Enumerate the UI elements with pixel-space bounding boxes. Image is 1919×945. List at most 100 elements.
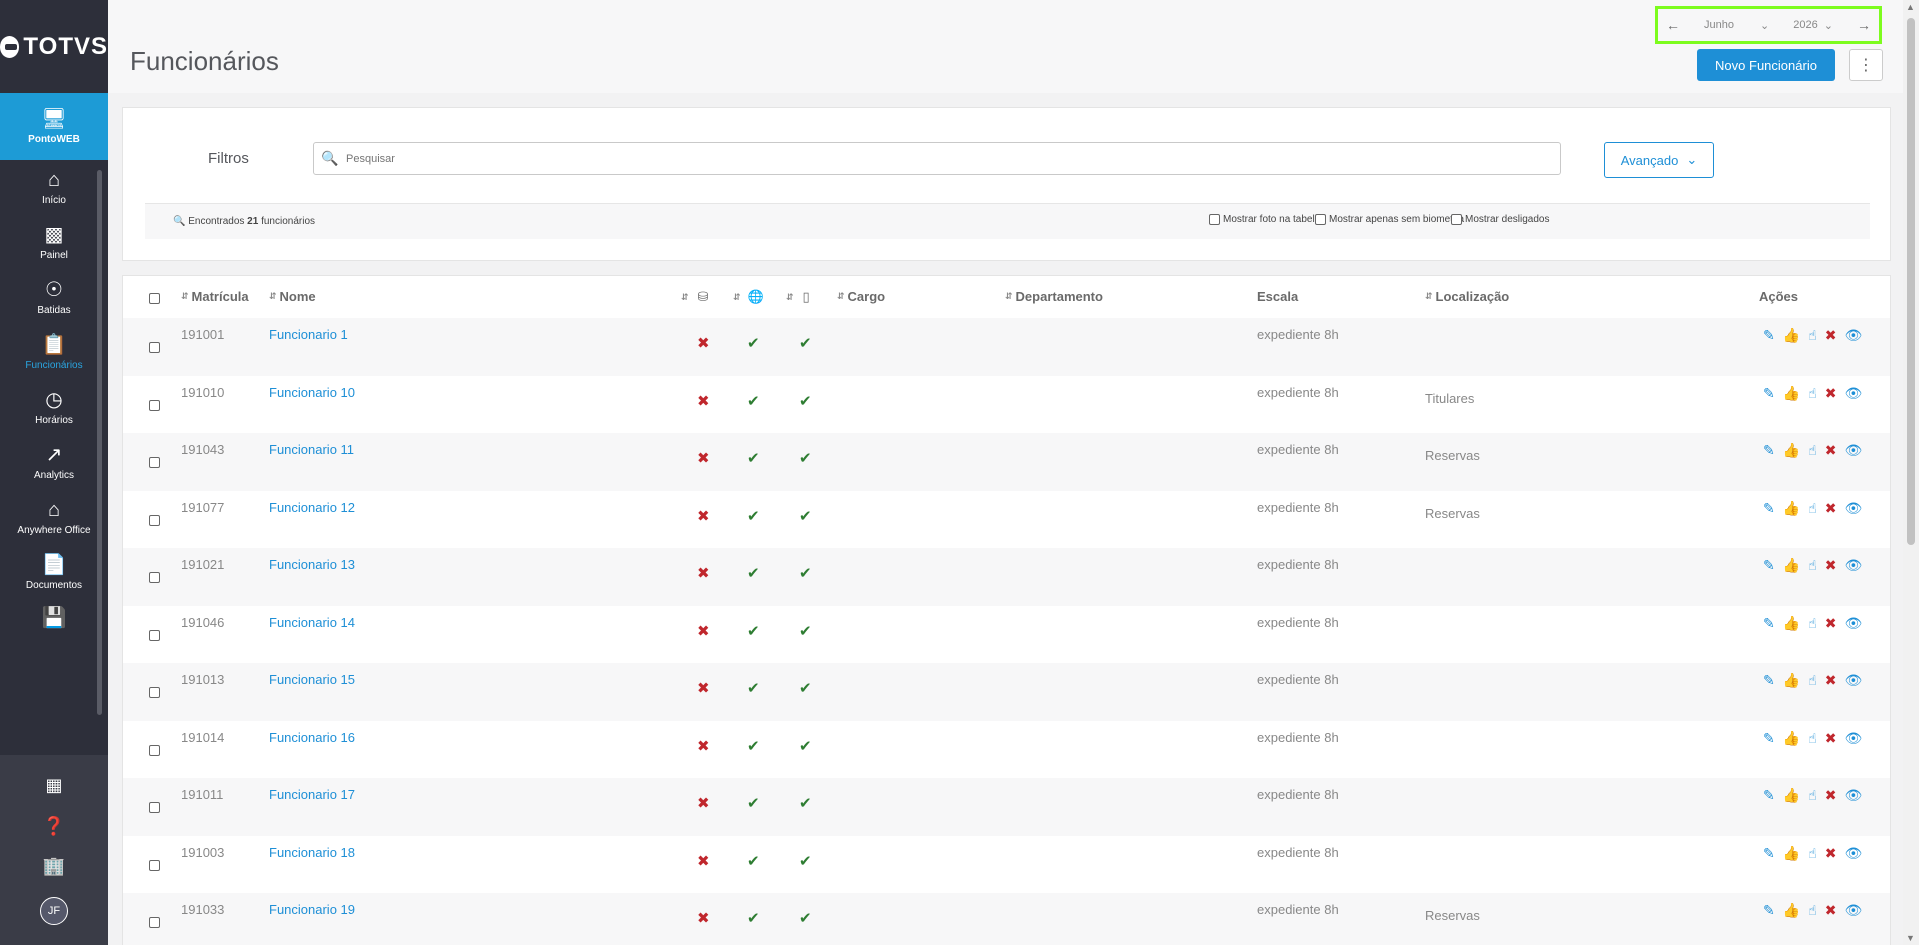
- arrow-right-icon[interactable]: →: [1857, 17, 1871, 33]
- row-checkbox[interactable]: [149, 802, 160, 813]
- sidebar-item-in-cio[interactable]: ⌂ Início: [0, 160, 108, 215]
- table-row[interactable]: 191011 Funcionario 17 ✖ ✔ ✔ expediente 8h ✎ 👍 ☝ ✖…: [123, 778, 1890, 836]
- view-icon[interactable]: 👁: [1844, 327, 1862, 344]
- sidebar-item-batidas[interactable]: ☉ Batidas: [0, 270, 108, 325]
- hand-pointer-icon[interactable]: ☝: [1808, 672, 1817, 689]
- table-row[interactable]: 191014 Funcionario 16 ✖ ✔ ✔ expediente 8h ✎ 👍 ☝ ✖…: [123, 721, 1890, 779]
- thumbs-up-icon[interactable]: 👍: [1783, 902, 1800, 919]
- advanced-filter-button[interactable]: Avançado ⌄: [1604, 142, 1714, 178]
- delete-icon[interactable]: ✖: [1825, 442, 1837, 459]
- thumbs-up-icon[interactable]: 👍: [1783, 730, 1800, 747]
- employee-name-link[interactable]: Funcionario 18: [269, 845, 355, 860]
- edit-icon[interactable]: ✎: [1763, 787, 1775, 804]
- sidebar-item-pontoweb[interactable]: 🖥 PontoWEB: [0, 93, 108, 160]
- employee-name-link[interactable]: Funcionario 13: [269, 557, 355, 572]
- delete-icon[interactable]: ✖: [1825, 385, 1837, 402]
- table-row[interactable]: 191001 Funcionario 1 ✖ ✔ ✔ expediente 8h ✎ 👍 ☝ ✖ 👁: [123, 318, 1890, 376]
- view-icon[interactable]: 👁: [1844, 500, 1862, 517]
- delete-icon[interactable]: ✖: [1825, 845, 1837, 862]
- new-employee-button[interactable]: Novo Funcionário: [1697, 49, 1835, 81]
- page-scrollbar[interactable]: ▲ ▼: [1903, 0, 1919, 945]
- scroll-thumb[interactable]: [1907, 18, 1915, 545]
- edit-icon[interactable]: ✎: [1763, 385, 1775, 402]
- checkbox[interactable]: [1209, 214, 1220, 225]
- table-row[interactable]: 191003 Funcionario 18 ✖ ✔ ✔ expediente 8h ✎ 👍 ☝ ✖…: [123, 836, 1890, 894]
- employee-name-link[interactable]: Funcionario 19: [269, 902, 355, 917]
- delete-icon[interactable]: ✖: [1825, 787, 1837, 804]
- table-row[interactable]: 191077 Funcionario 12 ✖ ✔ ✔ expediente 8h Rese…: [123, 491, 1890, 549]
- sidebar-item-more[interactable]: 💾: [0, 600, 108, 640]
- hand-pointer-icon[interactable]: ☝: [1808, 327, 1817, 344]
- thumbs-up-icon[interactable]: 👍: [1783, 672, 1800, 689]
- edit-icon[interactable]: ✎: [1763, 327, 1775, 344]
- avatar[interactable]: JF: [40, 897, 68, 926]
- delete-icon[interactable]: ✖: [1825, 672, 1837, 689]
- hand-pointer-icon[interactable]: ☝: [1808, 787, 1817, 804]
- employee-name-link[interactable]: Funcionario 16: [269, 730, 355, 745]
- delete-icon[interactable]: ✖: [1825, 327, 1837, 344]
- building-icon[interactable]: 🏢: [43, 856, 65, 877]
- col-nome[interactable]: ⇵ Nome: [269, 289, 316, 304]
- more-options-button[interactable]: ⋮: [1849, 49, 1883, 81]
- search-field[interactable]: 🔍: [313, 142, 1561, 175]
- hand-pointer-icon[interactable]: ☝: [1808, 500, 1817, 517]
- hand-pointer-icon[interactable]: ☝: [1808, 845, 1817, 862]
- view-icon[interactable]: 👁: [1844, 442, 1862, 459]
- row-checkbox[interactable]: [149, 572, 160, 583]
- col-biometry[interactable]: ⇵ ⛁: [681, 289, 708, 305]
- thumbs-up-icon[interactable]: 👍: [1783, 327, 1800, 344]
- view-icon[interactable]: 👁: [1844, 672, 1862, 689]
- view-icon[interactable]: 👁: [1844, 615, 1862, 632]
- view-icon[interactable]: 👁: [1844, 902, 1862, 919]
- row-checkbox[interactable]: [149, 629, 160, 641]
- row-checkbox[interactable]: [149, 399, 160, 411]
- col-localizacao[interactable]: ⇵ Localização: [1425, 289, 1509, 304]
- edit-icon[interactable]: ✎: [1763, 902, 1775, 919]
- sidebar-item-anywhere-office[interactable]: ⌂ Anywhere Office: [0, 490, 108, 545]
- view-icon[interactable]: 👁: [1844, 385, 1862, 402]
- sidebar-item-painel[interactable]: ▩ Painel: [0, 215, 108, 270]
- thumbs-up-icon[interactable]: 👍: [1783, 557, 1800, 574]
- employee-name-link[interactable]: Funcionario 15: [269, 672, 355, 687]
- select-all-checkbox[interactable]: [149, 293, 160, 304]
- edit-icon[interactable]: ✎: [1763, 557, 1775, 574]
- edit-icon[interactable]: ✎: [1763, 845, 1775, 862]
- only-no-biometry-option[interactable]: Mostrar apenas sem biometria: [1315, 214, 1464, 225]
- hand-pointer-icon[interactable]: ☝: [1808, 615, 1817, 632]
- thumbs-up-icon[interactable]: 👍: [1783, 500, 1800, 517]
- col-mobile[interactable]: ⇵ ▯: [786, 289, 810, 305]
- hand-pointer-icon[interactable]: ☝: [1808, 557, 1817, 574]
- edit-icon[interactable]: ✎: [1763, 730, 1775, 747]
- thumbs-up-icon[interactable]: 👍: [1783, 442, 1800, 459]
- view-icon[interactable]: 👁: [1844, 557, 1862, 574]
- col-web[interactable]: ⇵ 🌐: [733, 289, 764, 305]
- delete-icon[interactable]: ✖: [1825, 557, 1837, 574]
- view-icon[interactable]: 👁: [1844, 787, 1862, 804]
- table-row[interactable]: 191010 Funcionario 10 ✖ ✔ ✔ expediente 8h Titu…: [123, 376, 1890, 434]
- table-row[interactable]: 191013 Funcionario 15 ✖ ✔ ✔ expediente 8h ✎ 👍 ☝ ✖…: [123, 663, 1890, 721]
- table-row[interactable]: 191021 Funcionario 13 ✖ ✔ ✔ expediente 8h ✎ 👍 ☝ ✖…: [123, 548, 1890, 606]
- thumbs-up-icon[interactable]: 👍: [1783, 615, 1800, 632]
- row-checkbox[interactable]: [149, 917, 160, 928]
- edit-icon[interactable]: ✎: [1763, 615, 1775, 632]
- help-icon[interactable]: ❓: [43, 816, 65, 837]
- scroll-down-icon[interactable]: ▼: [1906, 933, 1915, 943]
- year-select[interactable]: 2026 ⌄: [1793, 19, 1833, 32]
- delete-icon[interactable]: ✖: [1825, 730, 1837, 747]
- table-row[interactable]: 191033 Funcionario 19 ✖ ✔ ✔ expediente 8h Rese…: [123, 893, 1890, 945]
- hand-pointer-icon[interactable]: ☝: [1808, 442, 1817, 459]
- col-cargo[interactable]: ⇵ Cargo: [837, 289, 885, 304]
- thumbs-up-icon[interactable]: 👍: [1783, 385, 1800, 402]
- checkbox[interactable]: [1315, 214, 1326, 225]
- edit-icon[interactable]: ✎: [1763, 500, 1775, 517]
- sidebar-scrollbar[interactable]: [97, 170, 102, 715]
- row-checkbox[interactable]: [149, 687, 160, 698]
- edit-icon[interactable]: ✎: [1763, 442, 1775, 459]
- show-dismissed-option[interactable]: Mostrar desligados: [1451, 214, 1549, 225]
- hand-pointer-icon[interactable]: ☝: [1808, 730, 1817, 747]
- employee-name-link[interactable]: Funcionario 11: [269, 442, 354, 457]
- checkbox[interactable]: [1451, 214, 1462, 225]
- table-row[interactable]: 191043 Funcionario 11 ✖ ✔ ✔ expediente 8h Rese…: [123, 433, 1890, 491]
- row-checkbox[interactable]: [149, 744, 160, 756]
- view-icon[interactable]: 👁: [1844, 845, 1862, 862]
